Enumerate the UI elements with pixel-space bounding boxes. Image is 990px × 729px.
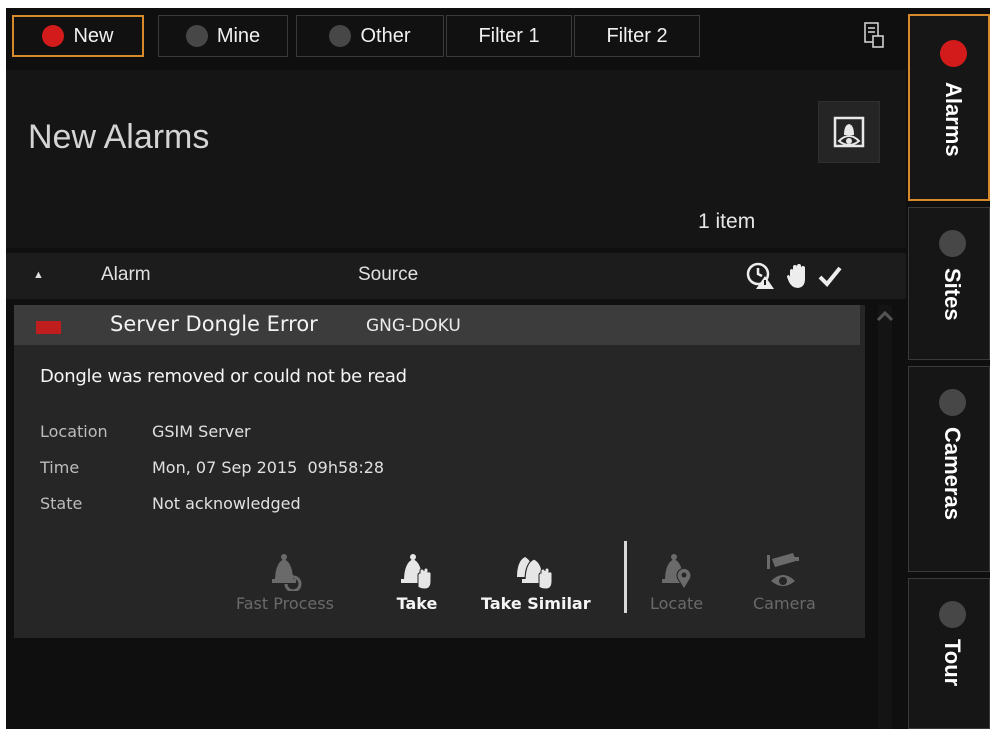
action-label: Take Similar	[481, 594, 591, 613]
tab-label: Mine	[216, 24, 261, 47]
hand-icon[interactable]	[786, 263, 808, 289]
action-label: Locate	[650, 594, 704, 613]
detail-label-location: Location	[40, 422, 108, 441]
detail-value-location: GSIM Server	[152, 422, 251, 441]
side-tab-label: Sites	[940, 268, 965, 321]
action-label: Take	[396, 594, 438, 613]
side-tab-label: Alarms	[941, 82, 966, 157]
tab-label: Filter 2	[606, 24, 668, 47]
watch-alarm-button[interactable]	[818, 101, 880, 163]
status-dot-icon	[185, 25, 208, 47]
detail-value-time: Mon, 07 Sep 2015 09h58:28	[152, 458, 385, 477]
bell-refresh-icon	[271, 554, 302, 591]
column-header: ▲ Alarm Source	[6, 253, 906, 299]
action-label: Camera	[753, 594, 816, 613]
tab-mine[interactable]: Mine	[158, 15, 288, 57]
bells-hand-icon	[516, 557, 553, 590]
tab-label: Other	[360, 24, 411, 47]
bell-location-icon	[661, 554, 692, 590]
side-tab-tour[interactable]: Tour	[908, 578, 990, 729]
clock-warning-icon[interactable]	[746, 262, 776, 290]
tab-other[interactable]: Other	[296, 15, 444, 57]
tab-filter-1[interactable]: Filter 1	[446, 15, 572, 57]
alarm-row-header[interactable]: Server Dongle Error GNG-DOKU	[14, 305, 860, 345]
locate-button[interactable]: Locate	[650, 551, 703, 613]
severity-indicator	[36, 321, 61, 334]
take-similar-button[interactable]: Take Similar	[481, 551, 591, 613]
camera-eye-icon	[767, 553, 800, 586]
bell-hand-icon	[401, 554, 432, 590]
tab-filter-2[interactable]: Filter 2	[574, 15, 700, 57]
status-dot-icon	[940, 40, 967, 67]
alarm-description: Dongle was removed or could not be read	[40, 366, 407, 387]
checkmark-icon[interactable]	[818, 265, 842, 287]
detail-value-state: Not acknowledged	[152, 494, 301, 513]
side-tab-label: Tour	[940, 639, 965, 687]
fast-process-button[interactable]: Fast Process	[236, 551, 334, 613]
scrollbar[interactable]	[878, 305, 892, 729]
action-label: Fast Process	[236, 594, 334, 613]
alarm-list: Server Dongle Error GNG-DOKU Dongle was …	[6, 299, 906, 729]
alarm-source: GNG-DOKU	[366, 316, 461, 336]
status-dot-icon	[939, 601, 966, 628]
tab-label: New	[73, 24, 114, 47]
alarm-manager-app: New Mine Other Filter 1 Filter 2 New Ala…	[6, 8, 990, 729]
side-tab-cameras[interactable]: Cameras	[908, 366, 990, 572]
alarm-eye-icon	[833, 116, 865, 148]
alarms-header: New Alarms 1 item	[6, 70, 906, 248]
alarm-card[interactable]: Server Dongle Error GNG-DOKU Dongle was …	[14, 305, 865, 638]
item-count: 1 item	[698, 210, 756, 233]
tab-new[interactable]: New	[12, 15, 144, 57]
side-tab-alarms[interactable]: Alarms	[908, 14, 990, 201]
camera-button[interactable]: Camera	[753, 551, 816, 613]
detail-label-state: State	[40, 494, 83, 513]
page-title: New Alarms	[28, 118, 210, 156]
side-tab-sites[interactable]: Sites	[908, 207, 990, 360]
action-separator	[624, 541, 627, 613]
layout-toggle-icon[interactable]	[864, 22, 884, 48]
column-alarm[interactable]: Alarm	[101, 264, 151, 286]
column-source[interactable]: Source	[358, 264, 418, 286]
sort-ascending-icon[interactable]: ▲	[33, 269, 44, 281]
scroll-up-chevron-icon[interactable]	[874, 309, 896, 323]
column-action-icons	[746, 262, 842, 290]
filter-tab-bar: New Mine Other Filter 1 Filter 2	[6, 8, 906, 70]
status-dot-icon	[42, 25, 65, 47]
take-button[interactable]: Take	[396, 551, 438, 613]
status-dot-icon	[939, 389, 966, 416]
detail-label-time: Time	[40, 458, 80, 477]
tab-label: Filter 1	[478, 24, 540, 47]
alarm-name: Server Dongle Error	[110, 312, 318, 336]
status-dot-icon	[939, 230, 966, 257]
side-tab-label: Cameras	[940, 427, 965, 520]
status-dot-icon	[329, 25, 352, 47]
